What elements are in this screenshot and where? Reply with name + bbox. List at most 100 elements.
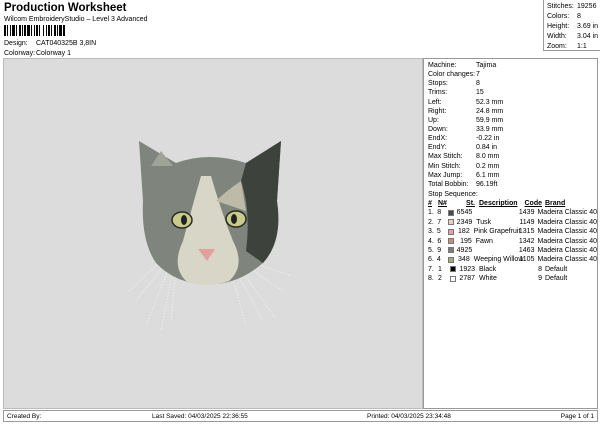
stop-sequence-header: # N# St. Description Code Brand (428, 199, 597, 208)
property-label: Left: (428, 98, 442, 106)
needle-number: 9 (437, 246, 442, 254)
colorway-info: Colorway:Colorway 1 (4, 50, 71, 57)
page-number: Page 1 of 1 (560, 412, 594, 420)
color-swatch (450, 266, 456, 273)
thread-description: Black (479, 265, 497, 273)
property-value: 6.1 mm (476, 171, 500, 179)
thread-code: 1149 (519, 218, 535, 226)
thread-code: 8 (538, 265, 542, 273)
software-name: Wilcom EmbroideryStudio – Level 3 Advanc… (4, 16, 148, 23)
property-value: 59.9 mm (476, 116, 504, 124)
row-number: 4. (428, 237, 434, 245)
stitch-count: 1923 (459, 265, 475, 273)
property-label: Color changes: (428, 71, 476, 79)
row-number: 1. (428, 209, 434, 217)
footer: Created By: Last Saved: 04/03/2025 22:36… (3, 410, 598, 422)
property-row: Up: 59.9 mm (428, 116, 597, 125)
thread-code: 1315 (518, 228, 535, 236)
thread-code: 1342 (518, 237, 535, 245)
thread-brand: Default (545, 265, 568, 273)
thread-description: White (479, 275, 497, 283)
stop-sequence-row: 1. 8 6545 1439 Madeira Classic 40 (428, 208, 597, 217)
design-preview (3, 58, 423, 409)
thread-description: Fawn (475, 237, 493, 245)
needle-number: 8 (437, 209, 442, 217)
stop-sequence-row: 3. 5 182 Pink Grapefruit 1315 Madeira Classic… (428, 227, 597, 236)
col-code: Code (524, 199, 543, 207)
stat-label: Colors: (547, 13, 570, 20)
stat-label: Width: (547, 33, 567, 40)
needle-number: 5 (436, 228, 441, 236)
thread-brand: Madeira Classic 40 (537, 237, 597, 245)
property-row: Max Jump: 6.1 mm (428, 171, 597, 180)
property-label: Down: (428, 125, 448, 133)
stat-row: Zoom: 1:1 (547, 42, 600, 52)
barcode (4, 25, 132, 36)
property-label: Machine: (428, 62, 457, 69)
row-number: 6. (428, 256, 434, 264)
needle-number: 2 (438, 275, 442, 283)
color-swatch (447, 256, 454, 263)
col-needle: N# (438, 199, 447, 207)
color-swatch (448, 209, 455, 216)
row-number: 8. (428, 275, 434, 283)
stitch-count: 2787 (459, 275, 475, 283)
property-value: 0.84 in (476, 144, 498, 152)
property-label: Min Stitch: (428, 162, 461, 170)
property-row: Down: 33.9 mm (428, 125, 597, 134)
property-row: Min Stitch: 0.2 mm (428, 162, 597, 171)
thread-brand: Madeira Classic 40 (537, 228, 597, 236)
property-row: Color changes: 7 (428, 70, 597, 79)
property-value: 33.9 mm (476, 125, 504, 133)
property-label: Up: (428, 116, 439, 124)
color-swatch (450, 275, 456, 282)
stat-value: 19256 (577, 3, 597, 10)
property-row: Machine: Tajima (428, 61, 597, 70)
stop-sequence-row: 5. 9 4925 1463 Madeira Classic 40 (428, 246, 597, 255)
property-value: 15 (476, 89, 484, 97)
stop-sequence-title: Stop Sequence: (428, 190, 478, 198)
property-row: Max Stitch: 8.0 mm (428, 152, 597, 161)
property-row: Right: 24.8 mm (428, 107, 597, 116)
stop-sequence-row: 7. 1 1923 Black 8 Default (428, 265, 597, 274)
thread-description: Pink Grapefruit (473, 228, 521, 236)
col-stitches: St. (466, 199, 475, 207)
stats-box: Stitches: 19256 Colors: 8 Height: 3.69 in Widt… (543, 0, 600, 51)
design-info: Design: CAT040325B 3,8IN (4, 40, 96, 47)
stat-row: Height: 3.69 in (547, 22, 600, 32)
property-row: Total Bobbin: 96.19ft (428, 180, 597, 189)
barcode-bar (65, 25, 66, 36)
thread-brand: Madeira Classic 40 (537, 218, 597, 226)
property-row: EndY: 0.84 in (428, 143, 597, 152)
property-label: Stops: (428, 80, 448, 88)
stat-value: 1:1 (577, 43, 587, 50)
property-row: Trims: 15 (428, 88, 597, 97)
thread-description (472, 246, 516, 255)
property-label: EndY: (428, 144, 447, 152)
thread-brand: Madeira Classic 40 (537, 246, 597, 254)
property-row: EndX: -0.22 in (428, 134, 597, 143)
col-brand: Brand (545, 199, 566, 207)
stat-row: Stitches: 19256 (547, 2, 600, 12)
color-swatch (448, 247, 455, 254)
thread-description: Tusk (476, 218, 492, 226)
property-label: Max Jump: (428, 171, 463, 179)
needle-number: 4 (436, 256, 441, 264)
thread-code: 1463 (518, 246, 535, 254)
property-row: Stops: 8 (428, 79, 597, 88)
stitch-count: 195 (460, 237, 472, 245)
row-number: 3. (428, 228, 434, 236)
color-swatch (448, 238, 455, 245)
property-value: 0.2 mm (476, 162, 500, 170)
property-value: 24.8 mm (476, 107, 504, 115)
cat-embroidery-image (128, 141, 292, 332)
colorway-value: Colorway 1 (36, 50, 72, 57)
needle-number: 6 (437, 237, 442, 245)
stat-value: 3.69 in (577, 23, 599, 30)
property-value: 7 (476, 71, 480, 79)
stop-sequence-row: 6. 4 348 Weeping Willow 1105 Madeira Classic … (428, 255, 597, 264)
stat-label: Stitches: (547, 3, 574, 10)
design-value: CAT040325B 3,8IN (36, 40, 97, 47)
thread-brand: Default (545, 275, 568, 283)
cat-dark-patch (241, 141, 281, 263)
